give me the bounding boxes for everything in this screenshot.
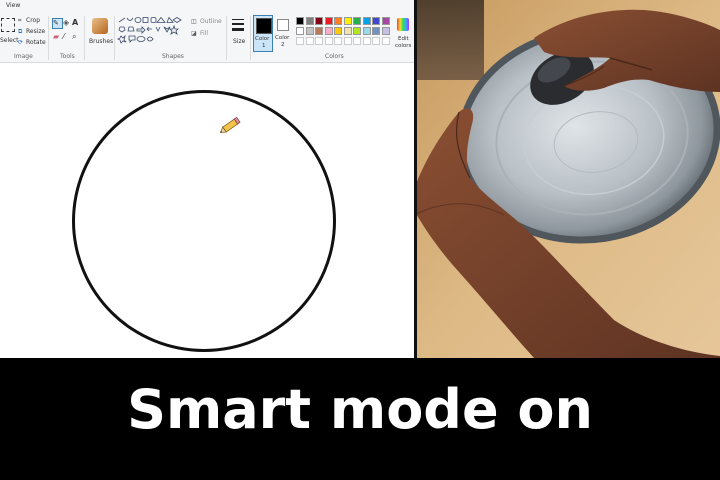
image-group-label: Image (14, 53, 33, 60)
tab-row: View (0, 0, 414, 12)
color2-label-number: 2 (281, 42, 285, 48)
palette-swatch[interactable] (372, 27, 380, 35)
pencil-tool-icon[interactable]: ✎ (52, 18, 63, 29)
custom-color-slot[interactable] (296, 37, 304, 45)
eraser-tool-icon[interactable]: ▰ (53, 32, 59, 41)
pencil-cursor-icon (219, 116, 241, 133)
resize-button[interactable]: Resize (26, 28, 45, 35)
palette-swatch[interactable] (372, 17, 380, 25)
palette-swatch[interactable] (315, 27, 323, 35)
edit-colors-button[interactable]: Edit (398, 36, 409, 42)
custom-color-slot[interactable] (353, 37, 361, 45)
fill-tool-icon[interactable]: ◈ (63, 18, 69, 27)
color2-swatch (277, 19, 289, 31)
size-icon[interactable] (232, 18, 244, 34)
palette-swatch[interactable] (305, 17, 314, 25)
photo-illustration (414, 0, 720, 358)
select-button[interactable]: Select (0, 37, 19, 44)
palette-swatch[interactable] (343, 27, 352, 35)
fill-button[interactable]: Fill (200, 30, 208, 37)
rotate-button[interactable]: Rotate (26, 39, 46, 46)
fill-icon[interactable]: ◪ (191, 30, 197, 37)
tools-grid: ✎ ◈ A ▰ ⁄ ⌕ (52, 18, 78, 46)
photo-hands-plate (414, 0, 720, 358)
color1-label-number: 1 (262, 43, 266, 49)
outline-button[interactable]: Outline (200, 18, 222, 25)
color2-label: Color (275, 35, 290, 41)
colors-group-label: Colors (325, 53, 344, 60)
palette-swatch[interactable] (334, 17, 342, 25)
color-palette (296, 17, 396, 47)
image-divider (414, 0, 417, 358)
size-button[interactable]: Size (233, 38, 245, 45)
custom-color-slot[interactable] (372, 37, 380, 45)
shapes-group-label: Shapes (162, 53, 184, 60)
crop-icon[interactable]: ⌗ (18, 17, 21, 25)
color1-label: Color (255, 36, 270, 42)
edit-colors-icon[interactable] (397, 18, 409, 31)
color2-button[interactable]: Color 2 (275, 15, 293, 52)
magnifier-icon[interactable]: ⌕ (72, 32, 76, 42)
resize-icon[interactable]: ⧉ (18, 28, 22, 36)
separator (250, 16, 251, 60)
palette-swatch[interactable] (362, 17, 371, 25)
custom-color-slot[interactable] (381, 37, 390, 45)
custom-color-slot[interactable] (305, 37, 314, 45)
palette-swatch[interactable] (353, 17, 361, 25)
edit-colors-button-line2[interactable]: colors (395, 43, 411, 49)
palette-swatch[interactable] (381, 17, 390, 25)
brushes-button[interactable]: Brushes (89, 38, 113, 45)
palette-swatch[interactable] (315, 17, 323, 25)
text-tool-icon[interactable]: A (72, 18, 78, 27)
tools-group-label: Tools (60, 53, 75, 60)
palette-swatch[interactable] (324, 17, 333, 25)
color1-swatch (256, 18, 272, 34)
paint-window: View Select ⌗ Crop ⧉ Resize ⟳ Rotate Ima… (0, 0, 414, 358)
separator (84, 16, 85, 60)
palette-swatch[interactable] (343, 17, 352, 25)
separator (114, 16, 115, 60)
palette-swatch[interactable] (296, 27, 304, 35)
palette-swatch[interactable] (296, 17, 304, 25)
palette-swatch[interactable] (305, 27, 314, 35)
tab-view[interactable]: View (6, 2, 20, 9)
ribbon: View Select ⌗ Crop ⧉ Resize ⟳ Rotate Ima… (0, 0, 414, 63)
palette-swatch[interactable] (381, 27, 390, 35)
custom-color-slot[interactable] (324, 37, 333, 45)
custom-color-slot[interactable] (362, 37, 371, 45)
palette-swatch[interactable] (334, 27, 342, 35)
meme-caption: Smart mode on (127, 378, 593, 441)
select-icon[interactable] (1, 18, 15, 32)
crop-button[interactable]: Crop (26, 17, 40, 24)
color1-button[interactable]: Color 1 (253, 15, 273, 52)
color-picker-icon[interactable]: ⁄ (63, 32, 64, 41)
custom-color-slot[interactable] (315, 37, 323, 45)
shapes-gallery[interactable] (117, 16, 187, 48)
outline-icon[interactable]: ◫ (191, 18, 197, 25)
brushes-icon[interactable] (92, 18, 108, 34)
drawn-circle (72, 90, 336, 352)
separator (226, 16, 227, 60)
shapes-gallery-icons (117, 16, 182, 44)
palette-swatch[interactable] (353, 27, 361, 35)
rotate-icon[interactable]: ⟳ (18, 39, 23, 46)
custom-color-slot[interactable] (343, 37, 352, 45)
palette-swatch[interactable] (362, 27, 371, 35)
palette-swatch[interactable] (324, 27, 333, 35)
custom-color-slot[interactable] (334, 37, 342, 45)
separator (48, 16, 49, 60)
